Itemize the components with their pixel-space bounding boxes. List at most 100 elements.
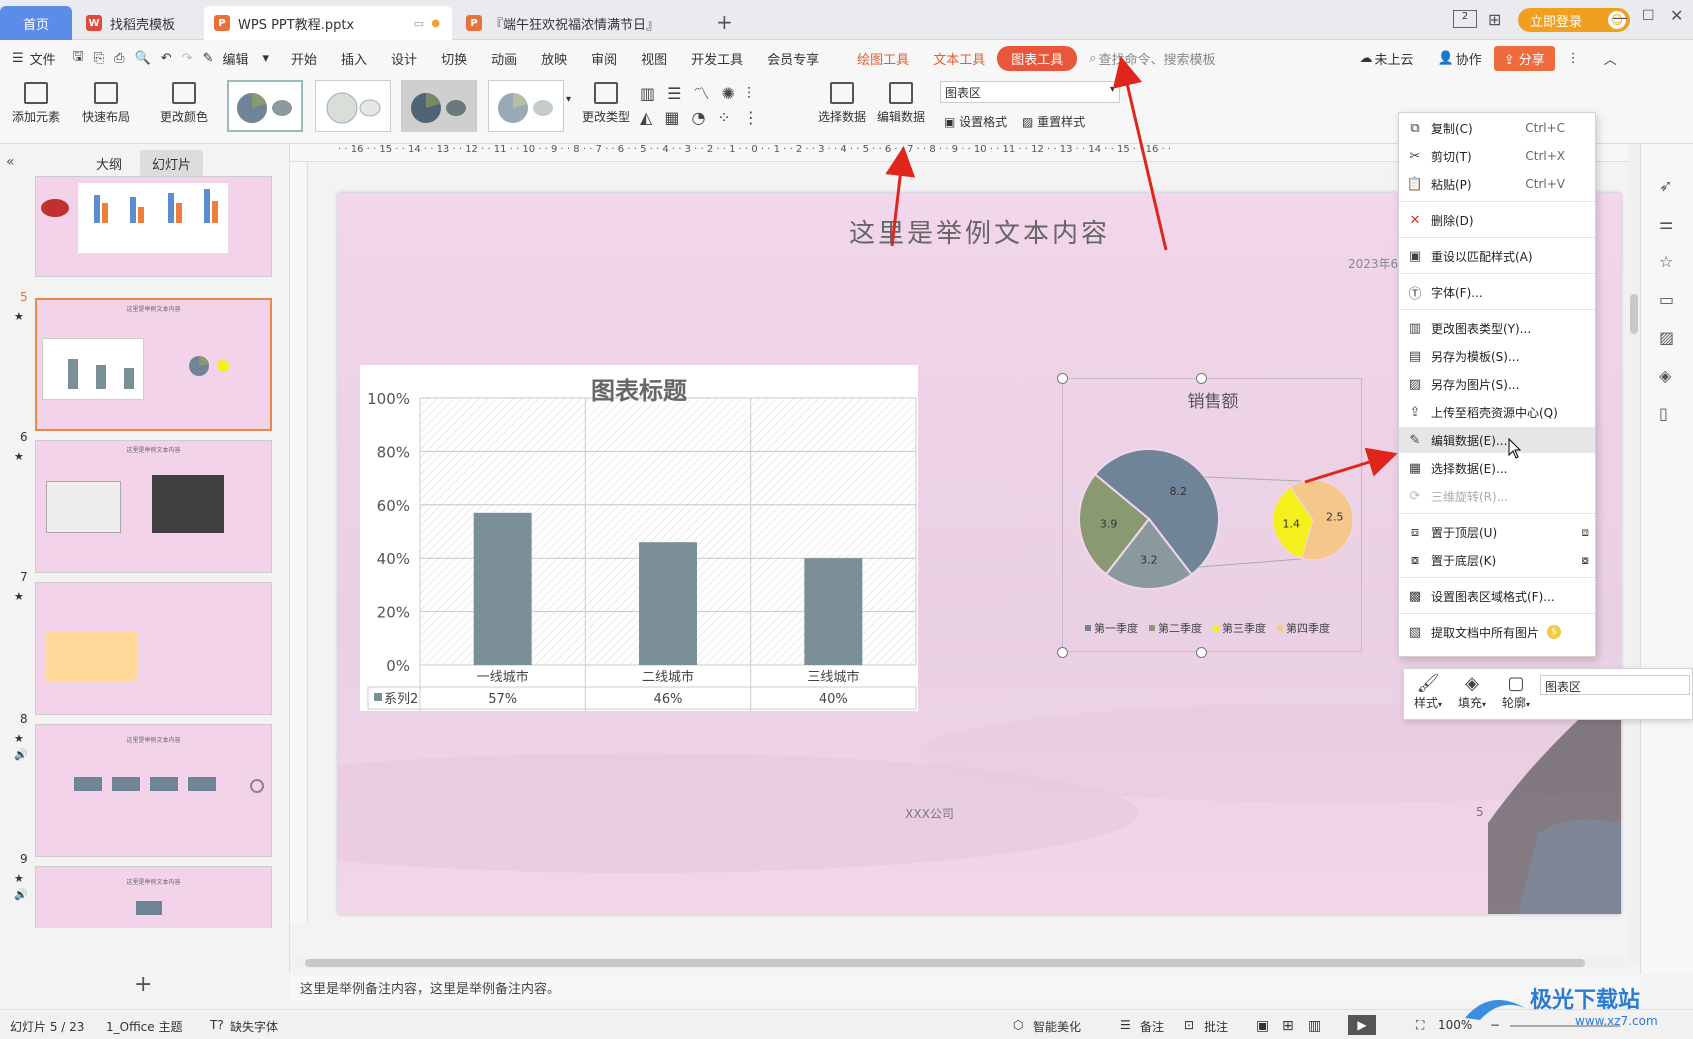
set-format-button[interactable]: ▣ 设置格式 bbox=[944, 113, 1007, 130]
book-icon[interactable]: ▯ bbox=[1659, 404, 1668, 423]
mini-fill-button[interactable]: ◈ 填充▾ bbox=[1454, 673, 1490, 711]
reading-view-icon[interactable]: ▥ bbox=[1308, 1018, 1321, 1034]
ctx-paste[interactable]: 📋 粘贴(P) Ctrl+V bbox=[1399, 171, 1595, 197]
menu-transition[interactable]: 切换 bbox=[429, 49, 479, 68]
slide-thumb-7[interactable] bbox=[35, 582, 272, 715]
notes-toggle[interactable]: 备注 bbox=[1140, 1018, 1164, 1035]
horizontal-scrollbar[interactable] bbox=[295, 958, 1628, 968]
quick-access-dropdown[interactable]: ▾ bbox=[252, 51, 279, 66]
bring-front-submenu-icon[interactable]: ⧈ bbox=[1581, 525, 1589, 540]
chart-style-4[interactable] bbox=[488, 80, 564, 132]
compass-icon[interactable]: ◈ bbox=[1659, 366, 1671, 385]
sliders-icon[interactable]: ⚌ bbox=[1659, 214, 1673, 233]
resize-handle[interactable] bbox=[1196, 373, 1207, 384]
menu-home[interactable]: 开始 bbox=[279, 49, 329, 68]
ctx-select-data[interactable]: ▦ 选择数据(E)... bbox=[1399, 455, 1595, 481]
edit-mode-icon[interactable]: ✎ bbox=[198, 51, 219, 66]
styles-more-icon[interactable]: ▾ bbox=[566, 94, 571, 105]
mini-style-button[interactable]: 🖌 样式▾ bbox=[1410, 673, 1446, 711]
slide-thumb-5[interactable]: 这里是举例文本内容 bbox=[35, 298, 272, 431]
menu-file[interactable]: 文件 bbox=[26, 49, 68, 68]
ctx-reset-style[interactable]: ▣ 重设以匹配样式(A) bbox=[1399, 243, 1595, 269]
mini-area-select[interactable]: 图表区 bbox=[1540, 675, 1690, 695]
reset-style-button[interactable]: ▨ 重置样式 bbox=[1022, 113, 1085, 130]
collapse-ribbon-icon[interactable]: ︿ bbox=[1592, 49, 1629, 68]
menu-animation[interactable]: 动画 bbox=[479, 49, 529, 68]
collab-icon[interactable]: 👤 bbox=[1426, 51, 1456, 66]
ctx-cut[interactable]: ✂ 剪切(T) Ctrl+X bbox=[1399, 143, 1595, 169]
screen-icon[interactable]: ▭ bbox=[1659, 290, 1674, 309]
menu-view[interactable]: 视图 bbox=[629, 49, 679, 68]
ctx-edit-data[interactable]: ✎ 编辑数据(E)... bbox=[1399, 427, 1595, 453]
ctx-save-image[interactable]: ▨ 另存为图片(S)... bbox=[1399, 371, 1595, 397]
resize-handle[interactable] bbox=[1196, 647, 1207, 658]
vertical-scroll-thumb[interactable] bbox=[1630, 294, 1638, 334]
chart-style-2[interactable] bbox=[315, 80, 391, 132]
chart-style-3[interactable] bbox=[401, 80, 477, 132]
tab-template[interactable]: W 找稻壳模板 bbox=[76, 6, 201, 40]
fit-icon[interactable]: ⛶ bbox=[1416, 1018, 1424, 1033]
layout-2-icon[interactable]: 2 bbox=[1453, 10, 1477, 28]
new-tab-button[interactable]: + bbox=[716, 10, 733, 34]
pie-chart-icon[interactable]: ◔ bbox=[691, 108, 717, 127]
send-back-submenu-icon[interactable]: ⧇ bbox=[1581, 553, 1589, 568]
menu-insert[interactable]: 插入 bbox=[329, 49, 379, 68]
undo-icon[interactable]: ↶ bbox=[156, 51, 177, 66]
menu-edit[interactable]: 编辑 bbox=[218, 49, 252, 68]
normal-view-icon[interactable]: ▣ bbox=[1256, 1018, 1269, 1034]
slide-thumb-8[interactable]: 这里是举例文本内容 bbox=[35, 724, 272, 857]
image-tool-icon[interactable]: ▨ bbox=[1659, 328, 1674, 347]
menu-member[interactable]: 会员专享 bbox=[755, 49, 831, 68]
ctx-save-template[interactable]: ▤ 另存为模板(S)... bbox=[1399, 343, 1595, 369]
notes-pane[interactable]: 这里是举例备注内容，这里是举例备注内容。 bbox=[290, 976, 1640, 1000]
pie-chart[interactable]: 销售额 8.2 3.2 3.9 2.5 1.4 第一季度 第二季度 第三季度 第四季度 bbox=[1062, 378, 1362, 652]
menu-draw-tools[interactable]: 绘图工具 bbox=[845, 49, 921, 68]
close-icon[interactable]: ✕ bbox=[1670, 6, 1683, 25]
resize-handle[interactable] bbox=[1057, 373, 1068, 384]
ctx-change-chart-type[interactable]: ▥ 更改图表类型(Y)... bbox=[1399, 315, 1595, 341]
menu-developer[interactable]: 开发工具 bbox=[679, 49, 755, 68]
menu-review[interactable]: 审阅 bbox=[579, 49, 629, 68]
comments-toggle[interactable]: 批注 bbox=[1204, 1018, 1228, 1035]
column-chart-icon[interactable]: ▥ bbox=[640, 84, 667, 103]
theme-name[interactable]: 1_Office 主题 bbox=[106, 1018, 182, 1035]
tab-current-doc[interactable]: P WPS PPT教程.pptx ▭ ● bbox=[204, 6, 452, 40]
grid-icon[interactable]: ⊞ bbox=[1488, 10, 1501, 29]
tab-outline[interactable]: 大纲 bbox=[96, 154, 122, 173]
collapse-panel-icon[interactable]: « bbox=[6, 154, 15, 170]
slide-thumb-6[interactable]: 这里是举例文本内容 bbox=[35, 440, 272, 573]
select-data-ribbon-button[interactable]: 选择数据 bbox=[818, 82, 866, 125]
mini-outline-button[interactable]: ▢ 轮廓▾ bbox=[1498, 673, 1534, 711]
chart-style-1[interactable] bbox=[227, 80, 303, 132]
missing-font[interactable]: 缺失字体 bbox=[230, 1018, 278, 1035]
rocket-icon[interactable]: ➶ bbox=[1659, 176, 1672, 195]
ctx-send-back[interactable]: ⧇ 置于底层(K) ⧇ bbox=[1399, 547, 1595, 573]
search-icon[interactable]: ⌕ bbox=[1077, 51, 1098, 66]
tab-slides[interactable]: 幻灯片 bbox=[140, 150, 204, 177]
print-icon[interactable]: ⎙ bbox=[109, 51, 129, 66]
change-color-button[interactable]: 更改颜色 bbox=[160, 82, 208, 125]
menu-design[interactable]: 设计 bbox=[379, 49, 429, 68]
ctx-extract-images[interactable]: ▧ 提取文档中所有图片 $ bbox=[1399, 619, 1595, 645]
ctx-upload[interactable]: ⇪ 上传至稻壳资源中心(Q) bbox=[1399, 399, 1595, 425]
save-icon[interactable]: 🖫 bbox=[68, 47, 89, 69]
command-search[interactable]: 查找命令、搜索模板 bbox=[1099, 49, 1228, 68]
change-type-button[interactable]: 更改类型 bbox=[582, 82, 630, 125]
quick-layout-button[interactable]: 快速布局 bbox=[82, 82, 130, 125]
edit-data-ribbon-button[interactable]: 编辑数据 bbox=[877, 82, 925, 125]
ctx-delete[interactable]: ✕ 删除(D) bbox=[1399, 207, 1595, 233]
tab-other-doc[interactable]: P 『端午狂欢祝福浓情满节日』 bbox=[456, 6, 706, 40]
hamburger-icon[interactable]: ☰ bbox=[0, 51, 26, 66]
slide-thumb-4[interactable] bbox=[35, 176, 272, 277]
resize-handle[interactable] bbox=[1057, 647, 1068, 658]
smart-beautify[interactable]: 智能美化 bbox=[1033, 1018, 1081, 1035]
maximize-icon[interactable]: ☐ bbox=[1642, 8, 1655, 24]
sorter-view-icon[interactable]: ⊞ bbox=[1282, 1018, 1294, 1034]
bar-chart-icon[interactable]: ☰ bbox=[667, 84, 693, 103]
more-icon[interactable]: ⋮ bbox=[1555, 51, 1592, 66]
ctx-bring-front[interactable]: ⧈ 置于顶层(U) ⧈ bbox=[1399, 519, 1595, 545]
play-icon[interactable]: ▶ bbox=[1348, 1015, 1376, 1035]
collab-button[interactable]: 协作 bbox=[1456, 49, 1494, 68]
slide-company[interactable]: XXX公司 bbox=[338, 805, 1521, 822]
cloud-icon[interactable]: ☁ bbox=[1348, 51, 1375, 66]
